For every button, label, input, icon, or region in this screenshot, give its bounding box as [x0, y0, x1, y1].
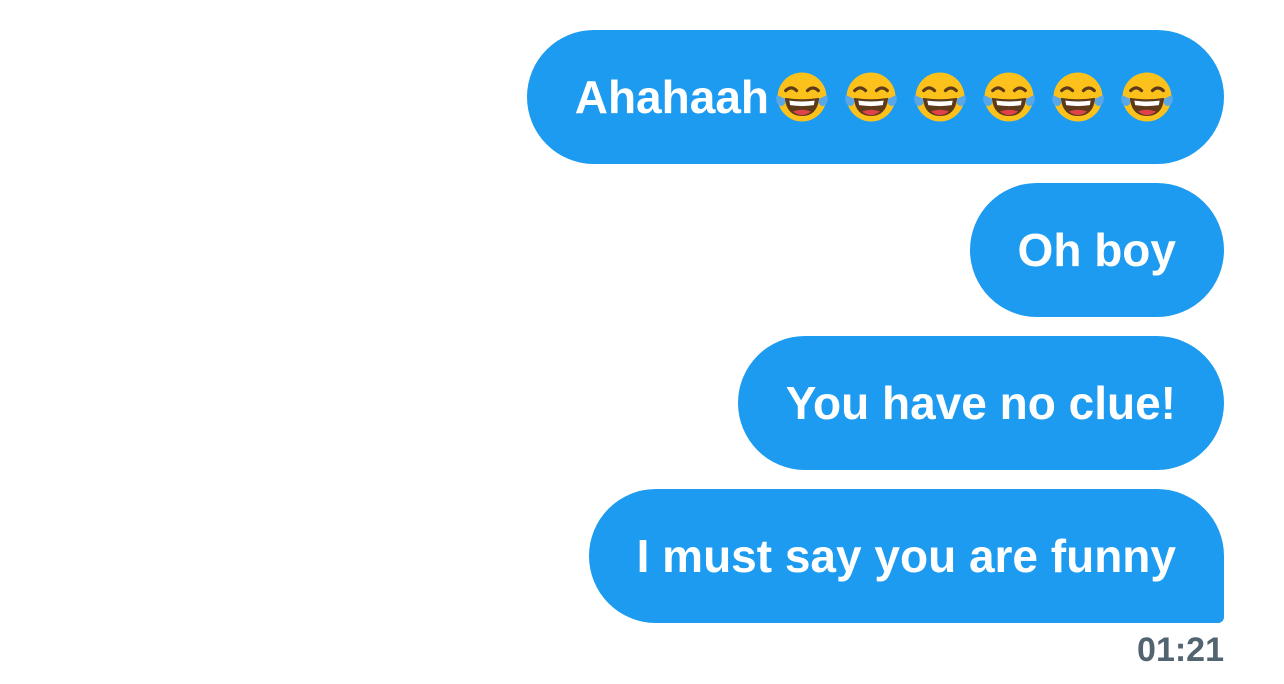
message-text: I must say you are funny [636, 530, 1176, 582]
message-bubble[interactable]: Oh boy [969, 183, 1224, 317]
message-thread: Ahahaah Oh boy You have no clue! I must … [0, 30, 1224, 667]
message-timestamp: 01:21 [1137, 631, 1224, 669]
message-bubble[interactable]: I must say you are funny [588, 489, 1224, 623]
message-text: You have no clue! [785, 377, 1176, 429]
face-with-tears-of-joy-icon [1118, 68, 1176, 126]
face-with-tears-of-joy-icon [773, 68, 831, 126]
message-text: Oh boy [1017, 224, 1176, 276]
face-with-tears-of-joy-icon [980, 68, 1038, 126]
message-text: Ahahaah [574, 71, 769, 123]
emoji-group [773, 68, 1176, 126]
face-with-tears-of-joy-icon [911, 68, 969, 126]
message-bubble[interactable]: You have no clue! [737, 336, 1224, 470]
face-with-tears-of-joy-icon [842, 68, 900, 126]
face-with-tears-of-joy-icon [1049, 68, 1107, 126]
message-bubble[interactable]: Ahahaah [526, 30, 1224, 164]
